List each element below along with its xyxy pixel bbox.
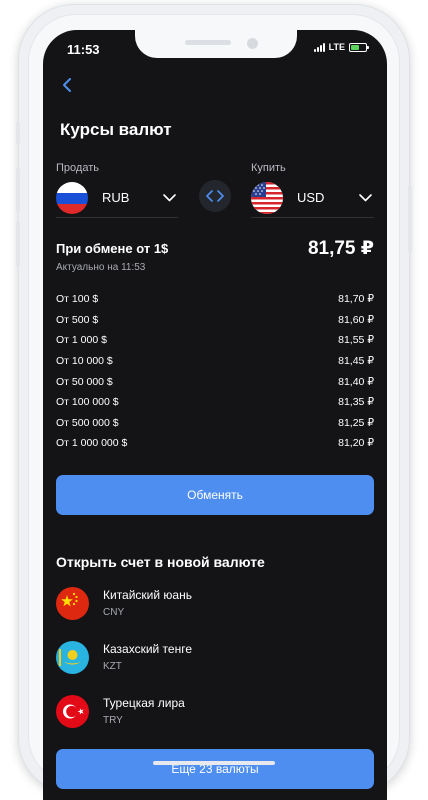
tier-threshold: От 1 000 000 $ bbox=[56, 437, 128, 450]
battery-icon bbox=[349, 42, 369, 52]
tier-threshold: От 10 000 $ bbox=[56, 355, 113, 368]
more-currencies-button[interactable]: Еще 23 валюты bbox=[56, 749, 374, 789]
notch bbox=[135, 30, 297, 58]
tier-threshold: От 50 000 $ bbox=[56, 375, 113, 388]
tier-rate: 81,40 ₽ bbox=[338, 375, 374, 388]
account-currency-code: CNY bbox=[103, 607, 125, 618]
rate-tiers-list: От 100 $ 81,70 ₽ От 500 $ 81,60 ₽ От 1 000… bbox=[56, 289, 374, 454]
tier-rate: 81,70 ₽ bbox=[338, 293, 374, 306]
buy-currency-select[interactable]: USD bbox=[251, 178, 374, 218]
swap-arrows-icon bbox=[206, 190, 224, 202]
tier-threshold: От 100 000 $ bbox=[56, 396, 119, 409]
open-account-title: Открыть счет в новой валюте bbox=[56, 554, 265, 570]
china-flag-icon bbox=[56, 586, 89, 620]
kazakhstan-flag-icon bbox=[56, 640, 89, 674]
chevron-down-icon bbox=[163, 193, 176, 201]
network-label: LTE bbox=[328, 42, 345, 52]
russia-flag-icon bbox=[56, 181, 88, 214]
sell-label: Продать bbox=[56, 162, 99, 174]
account-item-kzt[interactable]: Казахский тенге KZT bbox=[56, 637, 374, 677]
signal-icon bbox=[313, 42, 325, 52]
rate-tier-row: От 1 000 $ 81,55 ₽ bbox=[56, 330, 374, 351]
front-camera bbox=[247, 38, 258, 49]
rate-tier-row: От 100 $ 81,70 ₽ bbox=[56, 289, 374, 310]
swap-currencies-button[interactable] bbox=[199, 180, 231, 212]
volume-down-button bbox=[16, 222, 20, 266]
power-button bbox=[408, 186, 412, 252]
account-item-try[interactable]: Турецкая лира TRY bbox=[56, 691, 374, 731]
rate-label: При обмене от 1$ bbox=[56, 241, 169, 256]
rate-tier-row: От 1 000 000 $ 81,20 ₽ bbox=[56, 433, 374, 454]
page-title: Курсы валют bbox=[60, 120, 172, 139]
back-chevron-icon[interactable] bbox=[61, 78, 75, 92]
account-currency-code: KZT bbox=[103, 661, 122, 672]
account-item-cny[interactable]: Китайский юань CNY bbox=[56, 583, 374, 623]
home-indicator[interactable] bbox=[153, 761, 275, 765]
chevron-down-icon bbox=[359, 193, 372, 201]
rate-tier-row: От 500 $ 81,60 ₽ bbox=[56, 310, 374, 331]
mute-switch bbox=[16, 122, 20, 144]
account-currency-name: Турецкая лира bbox=[103, 696, 185, 710]
app-screen: 11:53 LTE Курсы валют Продать Купить RUB bbox=[43, 30, 387, 800]
buy-currency-code: USD bbox=[297, 190, 325, 205]
status-icons: LTE bbox=[313, 42, 369, 52]
rate-updated-time: Актуально на 11:53 bbox=[56, 262, 146, 273]
account-currency-code: TRY bbox=[103, 715, 123, 726]
sell-currency-select[interactable]: RUB bbox=[56, 178, 178, 218]
speaker-slot bbox=[185, 40, 231, 45]
tier-rate: 81,25 ₽ bbox=[338, 416, 374, 429]
tier-rate: 81,20 ₽ bbox=[338, 437, 374, 450]
rate-tier-row: От 50 000 $ 81,40 ₽ bbox=[56, 371, 374, 392]
tier-threshold: От 100 $ bbox=[56, 293, 99, 306]
usa-flag-icon bbox=[251, 181, 283, 214]
rate-tier-row: От 10 000 $ 81,45 ₽ bbox=[56, 351, 374, 372]
tier-rate: 81,45 ₽ bbox=[338, 355, 374, 368]
rate-tier-row: От 100 000 $ 81,35 ₽ bbox=[56, 392, 374, 413]
account-currency-name: Китайский юань bbox=[103, 588, 192, 602]
tier-threshold: От 500 $ bbox=[56, 313, 99, 326]
rate-value: 81,75 ₽ bbox=[307, 238, 374, 259]
volume-up-button bbox=[16, 168, 20, 212]
exchange-button[interactable]: Обменять bbox=[56, 475, 374, 515]
tier-rate: 81,60 ₽ bbox=[338, 313, 374, 326]
tier-threshold: От 1 000 $ bbox=[56, 334, 107, 347]
account-currency-name: Казахский тенге bbox=[103, 642, 193, 656]
tier-threshold: От 500 000 $ bbox=[56, 416, 119, 429]
buy-label: Купить bbox=[251, 162, 286, 174]
turkey-flag-icon bbox=[56, 694, 89, 728]
status-time: 11:53 bbox=[67, 42, 100, 57]
battery-level bbox=[351, 44, 360, 50]
tier-rate: 81,55 ₽ bbox=[338, 334, 374, 347]
rate-tier-row: От 500 000 $ 81,25 ₽ bbox=[56, 413, 374, 434]
sell-currency-code: RUB bbox=[102, 190, 130, 205]
tier-rate: 81,35 ₽ bbox=[338, 396, 374, 409]
